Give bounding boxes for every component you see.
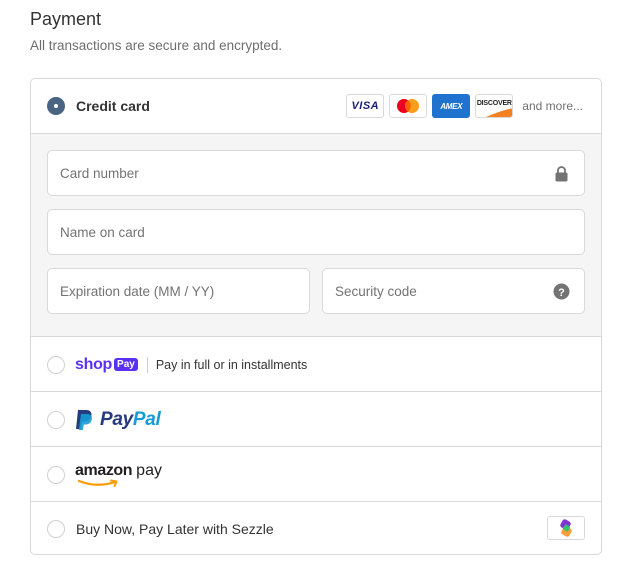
more-cards-text: and more... <box>522 99 583 113</box>
credit-card-radio[interactable] <box>47 97 65 115</box>
amex-icon: AMEX <box>432 94 471 118</box>
amazon-pay-logo: amazon pay <box>75 462 162 488</box>
security-code-field[interactable]: Security code ? <box>322 268 585 314</box>
name-on-card-placeholder: Name on card <box>60 224 145 240</box>
amazon-pay-radio[interactable] <box>47 465 65 484</box>
card-number-field[interactable]: Card number <box>47 150 585 196</box>
card-brand-icons: VISA AMEX DISCOVER and more... <box>346 94 583 118</box>
sezzle-label: Buy Now, Pay Later with Sezzle <box>76 521 274 537</box>
sezzle-radio[interactable] <box>47 520 65 538</box>
payment-option-shop-pay[interactable]: shop Pay Pay in full or in installments <box>31 337 601 392</box>
visa-icon: VISA <box>346 94 385 118</box>
payment-option-amazon-pay[interactable]: amazon pay <box>31 447 601 502</box>
shop-pay-description: Pay in full or in installments <box>155 357 308 372</box>
paypal-icon <box>76 409 92 430</box>
security-code-placeholder: Security code <box>335 283 417 299</box>
shop-pay-radio[interactable] <box>47 355 65 374</box>
mastercard-icon <box>389 94 428 118</box>
payment-option-sezzle[interactable]: Buy Now, Pay Later with Sezzle <box>31 502 601 554</box>
page-title: Payment <box>30 9 102 29</box>
shop-pay-separator <box>146 356 148 373</box>
payment-option-paypal[interactable]: PayPal <box>31 392 601 447</box>
help-icon[interactable]: ? <box>553 283 570 300</box>
amazon-smile-icon <box>77 479 118 487</box>
payment-methods-panel: Credit card VISA AMEX DISCOVER and more.… <box>30 78 602 555</box>
card-number-placeholder: Card number <box>60 165 139 181</box>
expiration-date-placeholder: Expiration date (MM / YY) <box>60 283 215 299</box>
name-on-card-field[interactable]: Name on card <box>47 209 585 255</box>
sezzle-icon <box>547 516 585 540</box>
lock-icon <box>555 166 568 182</box>
discover-icon: DISCOVER <box>475 94 514 118</box>
payment-option-credit-card[interactable]: Credit card VISA AMEX DISCOVER and more.… <box>31 79 601 133</box>
paypal-logo: PayPal <box>74 409 161 431</box>
svg-text:?: ? <box>558 287 565 299</box>
expiration-date-field[interactable]: Expiration date (MM / YY) <box>47 268 310 314</box>
shop-pay-logo: shop Pay <box>75 356 138 374</box>
card-form: Card number Name on card Expiration date… <box>31 133 601 337</box>
page-subtitle: All transactions are secure and encrypte… <box>30 38 283 53</box>
credit-card-label: Credit card <box>76 98 150 114</box>
paypal-radio[interactable] <box>47 410 65 429</box>
